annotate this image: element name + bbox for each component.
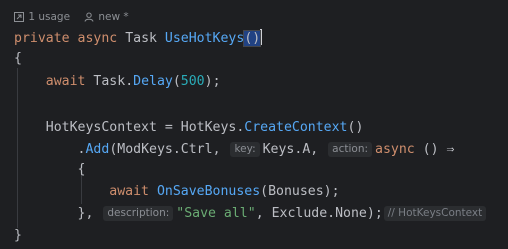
usages-icon [14, 12, 24, 22]
comma: , [310, 142, 327, 157]
code-line-8[interactable]: await OnSaveBonuses(Bonuses); [14, 182, 340, 202]
close-brace: } [14, 228, 22, 243]
keyword-await: await [45, 74, 86, 89]
assign: = [156, 120, 181, 135]
code-line-6[interactable]: .Add(ModKeys.Ctrl, key: Keys.A, action: as… [14, 140, 454, 160]
comma: , [255, 206, 272, 221]
keyword-await: await [109, 184, 149, 199]
paren-close: ); [204, 74, 221, 89]
code-line-10[interactable]: } [14, 226, 22, 246]
string-literal: "Save all" [176, 206, 256, 221]
code-line-7[interactable]: { [14, 160, 86, 180]
parameter-hint-action: action: [328, 142, 373, 157]
code-line-1[interactable]: private async Task UseHotKeys() [14, 29, 263, 49]
dot: . [125, 74, 134, 89]
comma: , [212, 142, 229, 157]
closing-brace-hint: // HotKeysContext [383, 206, 487, 221]
usages-hint[interactable]: 1 usage [14, 11, 70, 23]
code-vision-bar: 1 usage new * [14, 9, 129, 25]
usages-text: 1 usage [28, 11, 71, 23]
class-name: HotKeys [180, 120, 237, 135]
none: None [335, 206, 367, 221]
paren-match-highlight: () [243, 30, 262, 47]
ctrl: Ctrl [180, 142, 213, 157]
open-brace: { [77, 162, 86, 177]
keys: Keys [262, 142, 295, 157]
author-text: new * [98, 11, 129, 23]
type-task: Task [125, 31, 157, 46]
method-create-context: CreateContext [244, 120, 348, 135]
method-on-save-bonuses: OnSaveBonuses [156, 184, 261, 199]
close-brace: }, [77, 206, 102, 221]
text-caret [260, 29, 263, 45]
parameter-hint-description: description: [103, 206, 174, 221]
exclude: Exclude [271, 206, 328, 221]
code-line-2[interactable]: { [14, 49, 22, 69]
type-task: Task [93, 74, 126, 89]
mod-keys: (ModKeys [109, 142, 173, 157]
dot: . [172, 142, 181, 157]
person-icon [84, 12, 94, 22]
arguments: (Bonuses); [260, 184, 340, 199]
parameter-hint-key: key: [230, 142, 260, 157]
method-delay: Delay [133, 74, 173, 89]
open-brace: { [14, 51, 22, 66]
keyword-private: private [14, 31, 70, 46]
paren: ( [172, 74, 181, 89]
code-line-9[interactable]: }, description: "Save all", Exclude.None)… [14, 204, 489, 224]
code-editor[interactable]: 1 usage new * private async Task UseHotK… [0, 0, 508, 249]
keyword-async: async [375, 142, 415, 157]
lambda-arrow: () ⇒ [414, 142, 455, 157]
dot: . [327, 206, 336, 221]
method-add: Add [85, 142, 110, 157]
author-hint[interactable]: new * [84, 11, 129, 23]
method-name: UseHotKeys [164, 31, 245, 46]
paren-close: ); [366, 206, 383, 221]
number-literal: 500 [180, 74, 205, 89]
code-line-5[interactable]: HotKeysContext = HotKeys.CreateContext() [14, 118, 364, 138]
code-line-3[interactable]: await Task.Delay(500); [14, 72, 221, 92]
variable-name: HotKeysContext [45, 120, 157, 135]
keyword-async: async [77, 31, 118, 46]
parens: () [347, 120, 364, 135]
